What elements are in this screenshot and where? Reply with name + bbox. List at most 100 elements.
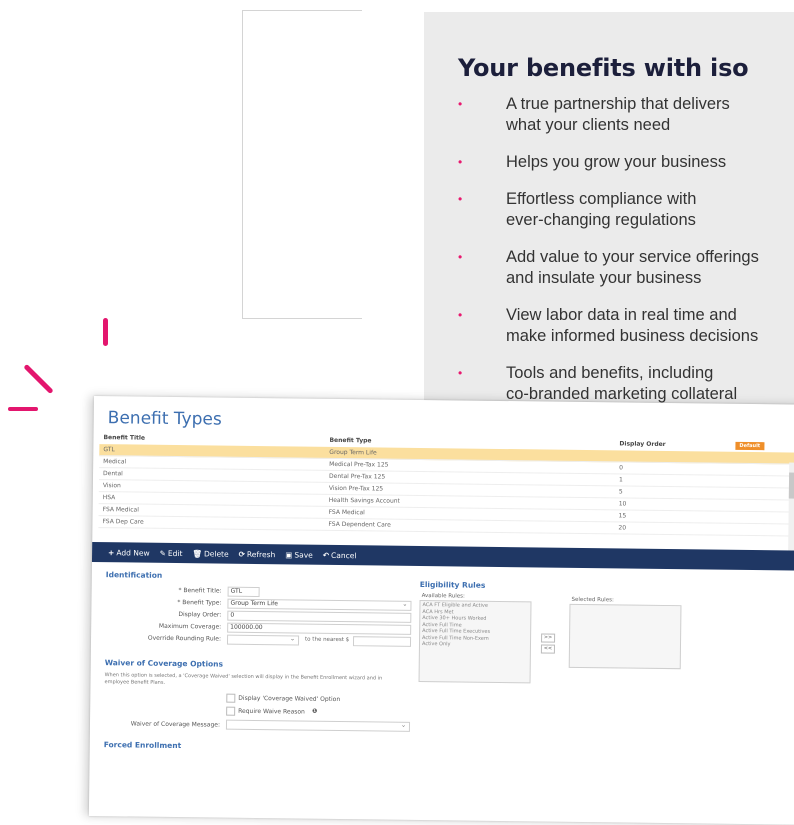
rounding-amount-input[interactable] (352, 636, 412, 647)
chevron-down-icon: ⌄ (289, 635, 296, 643)
cancel-button[interactable]: ↶ Cancel (323, 550, 357, 559)
bullet-icon: • (458, 192, 463, 206)
benefit-text: Effortless compliance with ever-changing… (506, 190, 697, 229)
require-reason-checkbox[interactable] (226, 706, 236, 716)
column-header-type[interactable]: Benefit Type (329, 437, 371, 445)
toolbar: + Add New ✎ Edit 🗑 Delete ⟳ Refresh ▣ Save ↶ C… (91, 541, 794, 572)
list-item[interactable]: Active Only (422, 641, 528, 649)
benefit-title-input[interactable]: GTL (227, 586, 260, 598)
delete-button[interactable]: 🗑 Delete (192, 549, 228, 558)
cell-title: Medical (103, 458, 127, 466)
benefit-types-grid: Benefit Title Benefit Type Display Order… (98, 432, 794, 551)
cell-title: Vision (102, 482, 121, 490)
save-label: Save (294, 549, 313, 560)
available-rules-list[interactable]: ACA FT Eligible and Active ACA Hrs Met A… (418, 599, 532, 684)
cell-order: 5 (618, 488, 623, 496)
benefit-type-select[interactable]: Group Term Life ⌄ (227, 598, 412, 611)
benefit-text: A true partnership that delivers what yo… (506, 95, 730, 134)
waiver-heading: Waiver of Coverage Options (104, 658, 224, 669)
refresh-icon: ⟳ (238, 549, 246, 559)
remove-rule-button[interactable]: << (540, 644, 555, 654)
benefit-item: • Add value to your service offerings and… (458, 247, 794, 289)
forced-enrollment-heading: Forced Enrollment (103, 740, 182, 751)
benefit-item: • A true partnership that delivers what y… (458, 94, 794, 136)
display-order-input[interactable]: 0 (227, 610, 412, 623)
default-badge: Default (735, 441, 765, 451)
identification-heading: Identification (105, 570, 163, 580)
cell-title: FSA Dep Care (102, 518, 144, 526)
info-icon[interactable]: ❶ (312, 708, 317, 715)
waiver-message-select[interactable]: ⌄ (225, 719, 411, 732)
cell-type: Medical Pre-Tax 125 (329, 460, 389, 469)
rounding-rule-select[interactable]: ⌄ (226, 634, 300, 646)
max-coverage-label: Maximum Coverage: (158, 622, 222, 631)
max-coverage-input[interactable]: 100000.00 (227, 622, 412, 635)
require-reason-label: Require Waive Reason (238, 707, 305, 716)
cell-type: Health Savings Account (328, 496, 400, 505)
cell-type: FSA Dependent Care (328, 520, 391, 529)
save-button[interactable]: ▣ Save (285, 550, 313, 559)
page-title: Benefit Types (107, 408, 222, 430)
bullet-icon: • (458, 155, 463, 169)
cell-order: 15 (618, 512, 627, 520)
display-waived-checkbox[interactable] (226, 693, 236, 703)
benefit-item: • View labor data in real time and make i… (458, 305, 794, 347)
bullet-icon: • (458, 308, 463, 322)
cancel-label: Cancel (331, 550, 357, 560)
benefit-type-value: Group Term Life (230, 599, 278, 608)
rounding-rule-label: Override Rounding Rule: (147, 634, 222, 643)
benefit-text: Add value to your service offerings and … (506, 248, 759, 287)
edit-button[interactable]: ✎ Edit (160, 548, 183, 557)
benefits-title: Your benefits with iso (458, 54, 749, 82)
benefit-text: Helps you grow your business (506, 153, 727, 171)
cell-order: 10 (618, 500, 627, 508)
add-new-label: Add New (116, 547, 150, 558)
edit-icon: ✎ (159, 548, 167, 558)
add-rule-button[interactable]: >> (541, 633, 556, 643)
chevron-down-icon: ⌄ (400, 721, 407, 729)
refresh-button[interactable]: ⟳ Refresh (239, 549, 276, 558)
bullet-icon: • (458, 97, 463, 111)
column-header-order[interactable]: Display Order (619, 440, 665, 448)
accent-stroke-icon (8, 407, 38, 411)
frame-edge-bottom (242, 318, 362, 319)
benefit-item: • Helps you grow your business (458, 152, 794, 173)
cell-type: Dental Pre-Tax 125 (328, 472, 386, 481)
bullet-icon: • (458, 250, 463, 264)
eligibility-heading: Eligibility Rules (419, 579, 486, 590)
save-icon: ▣ (285, 549, 293, 559)
display-order-label: Display Order: (178, 611, 222, 619)
grid-scrollbar[interactable] (788, 462, 794, 551)
cell-order: 0 (619, 464, 624, 472)
available-rules-label: Available Rules: (421, 593, 465, 600)
waiver-message-label: Waiver of Coverage Message: (130, 720, 221, 729)
app-screenshot: Benefit Types Benefit Title Benefit Type… (88, 396, 794, 825)
benefit-text: View labor data in real time and make in… (506, 306, 759, 345)
cell-title: Dental (103, 470, 123, 478)
bullet-icon: • (458, 366, 463, 380)
edit-label: Edit (167, 548, 183, 558)
benefit-text: Tools and benefits, including co-branded… (506, 364, 738, 403)
selected-rules-list[interactable] (568, 603, 682, 670)
cell-title: HSA (102, 494, 116, 502)
cell-title: GTL (103, 446, 115, 454)
cell-type: Group Term Life (329, 448, 377, 457)
accent-stroke-icon (103, 318, 108, 346)
trash-icon: 🗑 (192, 548, 203, 558)
chevron-down-icon: ⌄ (402, 600, 408, 608)
benefit-type-label: * Benefit Type: (177, 599, 222, 607)
accent-stroke-icon (23, 363, 54, 395)
column-header-title[interactable]: Benefit Title (103, 434, 145, 442)
cell-title: FSA Medical (102, 506, 139, 514)
scrollbar-thumb[interactable] (788, 472, 794, 499)
waiver-note: When this option is selected, a 'Coverag… (104, 672, 383, 686)
frame-edge-top (242, 10, 362, 11)
benefit-title-label: * Benefit Title: (178, 587, 222, 595)
add-new-button[interactable]: + Add New (108, 548, 150, 558)
benefit-item: • Effortless compliance with ever-changin… (458, 189, 794, 231)
cell-order: 1 (618, 476, 623, 484)
benefit-item: • Tools and benefits, including co-brande… (458, 363, 794, 405)
plus-icon: + (108, 547, 115, 557)
delete-label: Delete (203, 548, 229, 559)
cell-type: FSA Medical (328, 508, 365, 517)
